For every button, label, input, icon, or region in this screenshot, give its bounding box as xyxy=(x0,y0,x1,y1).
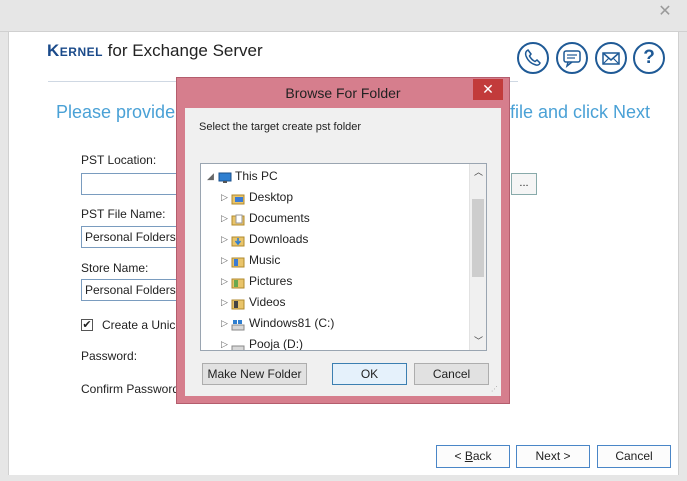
tree-item-label: Pooja (D:) xyxy=(249,337,304,351)
tree-item-label: This PC xyxy=(235,169,278,183)
scroll-thumb[interactable] xyxy=(472,199,484,277)
documents-folder-icon xyxy=(231,212,245,226)
browse-folder-dialog: Browse For Folder ✕ Select the target cr… xyxy=(176,77,510,404)
music-folder-icon xyxy=(231,254,245,268)
collapse-arrow-icon[interactable]: ▷ xyxy=(221,313,228,333)
tree-item-label: Documents xyxy=(249,211,310,225)
password-label: Password: xyxy=(81,349,138,363)
window-right-border xyxy=(678,32,687,481)
dialog-close-button[interactable]: ✕ xyxy=(473,79,503,100)
collapse-arrow-icon[interactable]: ▷ xyxy=(221,334,228,350)
dialog-title: Browse For Folder xyxy=(285,85,401,101)
browse-location-button[interactable]: ... xyxy=(511,173,537,195)
resize-grip-icon[interactable]: ⋰ xyxy=(491,386,499,394)
window-title-bar: ✕ xyxy=(0,0,687,32)
help-icon[interactable]: ? xyxy=(633,42,665,74)
scroll-down-icon[interactable]: ﹀ xyxy=(470,333,486,350)
back-accelerator: B xyxy=(464,449,473,463)
drive-icon xyxy=(231,317,245,331)
desktop-folder-icon xyxy=(231,191,245,205)
pst-file-name-input[interactable]: Personal Folders.pst xyxy=(81,226,181,248)
window-left-border xyxy=(0,32,9,481)
store-name-input[interactable]: Personal Folders xyxy=(81,279,181,301)
collapse-arrow-icon[interactable]: ▷ xyxy=(221,187,228,207)
dialog-prompt: Select the target create pst folder xyxy=(199,121,362,133)
app-logo: Kernel for Exchange Server xyxy=(47,41,263,61)
tree-item-label: Pictures xyxy=(249,274,293,288)
make-new-folder-button[interactable]: Make New Folder xyxy=(202,363,307,385)
tree-item-label: Windows81 (C:) xyxy=(249,316,335,330)
back-label-rest: ack xyxy=(472,449,492,463)
window-close-button[interactable]: ✕ xyxy=(643,0,687,26)
logo-product: for Exchange Server xyxy=(102,41,263,60)
next-button[interactable]: Next > xyxy=(516,445,590,468)
videos-folder-icon xyxy=(231,296,245,310)
tree-scrollbar[interactable]: ︿ ﹀ xyxy=(469,164,486,350)
confirm-password-label: Confirm Password: xyxy=(81,382,183,396)
chat-icon[interactable] xyxy=(556,42,588,74)
store-name-label: Store Name: xyxy=(81,261,149,275)
pst-location-label: PST Location: xyxy=(81,153,157,167)
computer-icon xyxy=(218,170,232,183)
scroll-up-icon[interactable]: ︿ xyxy=(470,164,486,181)
drive-icon xyxy=(231,338,245,350)
create-unique-checkbox[interactable]: ✔ xyxy=(81,319,93,331)
pst-file-name-label: PST File Name: xyxy=(81,207,166,221)
collapse-arrow-icon[interactable]: ▷ xyxy=(221,208,228,228)
downloads-folder-icon xyxy=(231,233,245,247)
folder-tree[interactable]: ◢ This PC ▷ Desktop ▷ Documents ▷ Downlo… xyxy=(200,163,487,351)
collapse-arrow-icon[interactable]: ▷ xyxy=(221,271,228,291)
ok-button[interactable]: OK xyxy=(332,363,407,385)
tree-item-label: Videos xyxy=(249,295,286,309)
dialog-body: Select the target create pst folder ◢ Th… xyxy=(185,108,501,396)
phone-icon[interactable] xyxy=(517,42,549,74)
tree-item-label: Desktop xyxy=(249,190,294,204)
collapse-arrow-icon[interactable]: ▷ xyxy=(221,292,228,312)
tree-item-label: Music xyxy=(249,253,281,267)
expand-arrow-icon[interactable]: ◢ xyxy=(207,166,214,186)
instruction-text-right: file and click Next xyxy=(510,102,651,122)
mail-icon[interactable] xyxy=(595,42,627,74)
tree-item-label: Downloads xyxy=(249,232,309,246)
back-button[interactable]: < Back xyxy=(436,445,510,468)
logo-brand: Kernel xyxy=(47,41,103,60)
instruction-text-left: Please provide xyxy=(56,102,176,122)
dialog-cancel-button[interactable]: Cancel xyxy=(414,363,489,385)
window-bottom-border xyxy=(0,475,687,481)
pictures-folder-icon xyxy=(231,275,245,289)
pst-location-input[interactable] xyxy=(81,173,181,195)
create-unique-label: Create a Unic xyxy=(102,318,176,332)
collapse-arrow-icon[interactable]: ▷ xyxy=(221,229,228,249)
cancel-button[interactable]: Cancel xyxy=(597,445,671,468)
collapse-arrow-icon[interactable]: ▷ xyxy=(221,250,228,270)
